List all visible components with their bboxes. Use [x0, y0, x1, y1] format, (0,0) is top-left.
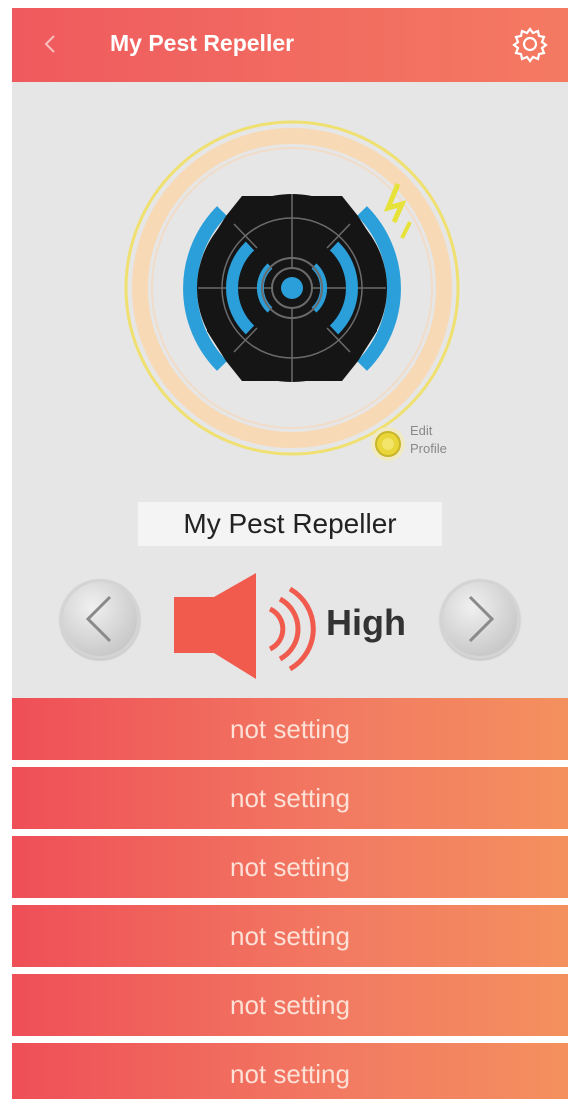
chevron-left-icon: [44, 35, 55, 53]
edit-profile-label: Edit Profile: [410, 423, 447, 456]
settings-button[interactable]: [510, 24, 550, 64]
header-bar: My Pest Repeller: [12, 8, 568, 82]
back-button[interactable]: [36, 30, 64, 58]
edit-profile-icon: [371, 427, 405, 461]
speaker-icon: [174, 573, 316, 679]
setting-row[interactable]: not setting: [12, 1043, 568, 1099]
setting-row[interactable]: not setting: [12, 698, 568, 760]
settings-list: not setting not setting not setting not …: [12, 698, 568, 1099]
setting-row[interactable]: not setting: [12, 905, 568, 967]
chevron-left-icon: [85, 595, 112, 643]
setting-row[interactable]: not setting: [12, 767, 568, 829]
device-name: My Pest Repeller: [138, 502, 442, 546]
volume-prev-button[interactable]: [60, 579, 140, 659]
edit-profile-button[interactable]: Edit Profile: [368, 418, 488, 468]
page-title: My Pest Repeller: [110, 30, 295, 56]
volume-level: High: [326, 602, 406, 643]
setting-row[interactable]: not setting: [12, 974, 568, 1036]
app-screen: My Pest Repeller Edit Profile My Pest Re…: [12, 8, 568, 1099]
volume-next-button[interactable]: [440, 579, 520, 659]
gear-icon: [512, 27, 548, 63]
lightning-icon: [383, 183, 412, 239]
chevron-right-icon: [468, 595, 495, 643]
setting-row[interactable]: not setting: [12, 836, 568, 898]
